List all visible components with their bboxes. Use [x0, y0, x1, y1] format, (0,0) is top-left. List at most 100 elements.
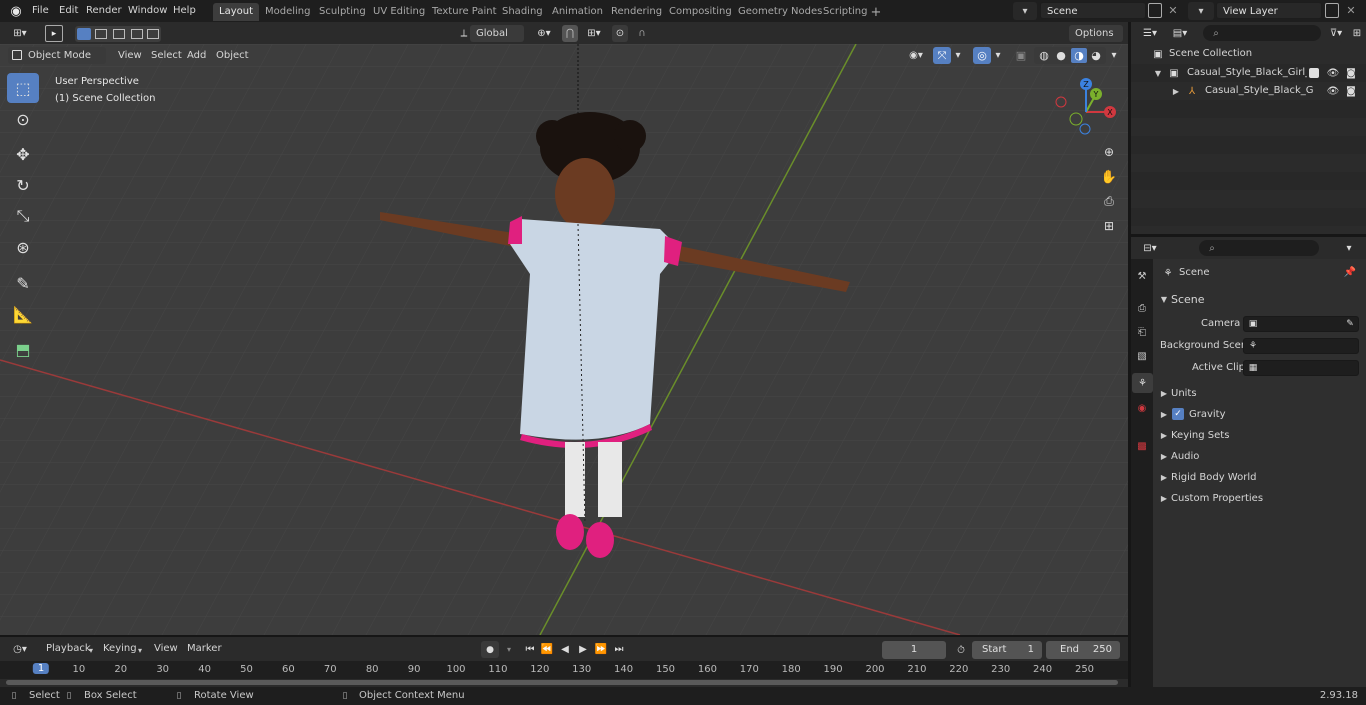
background-scene-field[interactable]: ⚘	[1243, 338, 1359, 354]
workspace-tab-geometry-nodes[interactable]: Geometry Nodes	[732, 3, 828, 21]
panel-audio[interactable]: ▶ Audio	[1155, 446, 1360, 467]
jump-end-icon[interactable]: ⏭	[611, 641, 627, 658]
header-menu-object[interactable]: Object	[210, 47, 255, 64]
panel-gravity[interactable]: ▶ ✓ Gravity	[1155, 404, 1360, 425]
menu-edit[interactable]: Edit	[54, 3, 83, 19]
workspace-tab-rendering[interactable]: Rendering	[605, 3, 668, 21]
blender-logo-icon[interactable]: ◉	[8, 3, 24, 19]
scene-selector-icon[interactable]: ▾	[1013, 2, 1037, 20]
new-collection-icon[interactable]: ⊞	[1350, 25, 1364, 41]
view-layer-tab-icon[interactable]: ▧	[1134, 347, 1150, 365]
expand-arrow-icon[interactable]: ▶	[1171, 84, 1181, 98]
filter-icon[interactable]: ⊽▾	[1321, 25, 1351, 41]
menu-window[interactable]: Window	[123, 3, 172, 19]
panel-rigid-body-world[interactable]: ▶ Rigid Body World	[1155, 467, 1360, 488]
scale-tool-icon[interactable]: ⤡	[7, 201, 39, 231]
proportional-falloff-icon[interactable]: ∩	[630, 25, 654, 42]
rendered-shading-icon[interactable]: ◕	[1088, 48, 1104, 63]
expand-arrow-icon[interactable]: ▼	[1153, 66, 1163, 80]
eyedropper-icon[interactable]: ✎	[1344, 317, 1356, 331]
tool-tab-icon[interactable]: ⚒	[1134, 267, 1150, 285]
end-frame-field[interactable]: End 250	[1046, 641, 1120, 659]
add-workspace-icon[interactable]: +	[868, 4, 884, 20]
snap-target-icon[interactable]: ⊞▾	[582, 25, 606, 42]
properties-options-icon[interactable]: ▾	[1341, 240, 1357, 256]
display-mode-icon[interactable]: ▤▾	[1167, 25, 1193, 41]
start-frame-field[interactable]: Start 1	[972, 641, 1042, 659]
cursor-tool-icon[interactable]: ⊙	[7, 104, 39, 134]
mode-set-icon[interactable]	[77, 28, 91, 40]
panel-units[interactable]: ▶ Units	[1155, 383, 1360, 404]
view-layer-field[interactable]: View Layer	[1216, 2, 1322, 19]
add-cube-tool-icon[interactable]: ⬒	[7, 334, 39, 364]
workspace-tab-texture-paint[interactable]: Texture Paint	[426, 3, 503, 21]
rotate-tool-icon[interactable]: ↻	[7, 170, 39, 200]
annotate-tool-icon[interactable]: ✎	[7, 268, 39, 298]
current-frame-field[interactable]: 1	[882, 641, 946, 659]
gizmo-dropdown-icon[interactable]: ▾	[952, 47, 964, 64]
menu-render[interactable]: Render	[81, 3, 127, 19]
view-layer-selector-icon[interactable]: ▾	[1188, 2, 1214, 20]
panel-keying-sets[interactable]: ▶ Keying Sets	[1155, 425, 1360, 446]
menu-file[interactable]: File	[27, 3, 54, 19]
pan-view-icon[interactable]: ✋	[1099, 167, 1119, 187]
transform-tool-icon[interactable]: ⊛	[7, 232, 39, 262]
new-scene-icon[interactable]	[1148, 3, 1162, 18]
render-camera-icon[interactable]: ◙	[1344, 84, 1358, 98]
outliner-editor-type-icon[interactable]: ☰▾	[1137, 25, 1163, 41]
navigation-gizmo[interactable]: X Y Z	[1052, 76, 1122, 140]
overlay-dropdown-icon[interactable]: ▾	[992, 47, 1004, 64]
mode-subtract-icon[interactable]	[113, 29, 125, 39]
timeline-ruler[interactable]: 1 10 20 30 40 50 60 70 80 90 100 110 120 130 140 150 160…	[0, 661, 1128, 679]
outliner-row-armature[interactable]: ▶ ⅄ Casual_Style_Black_Girl_ 👁 ◙	[1131, 82, 1366, 100]
keying-options-icon[interactable]: ▾	[502, 641, 516, 658]
xray-toggle-icon[interactable]: ▣	[1013, 47, 1029, 64]
material-preview-shading-icon[interactable]: ◑	[1071, 48, 1087, 63]
play-icon[interactable]: ▶	[575, 641, 591, 658]
shading-mode-buttons[interactable]: ◍ ● ◑ ◕	[1034, 47, 1106, 64]
camera-field[interactable]: ▣ ✎	[1243, 316, 1359, 332]
render-tab-icon[interactable]: ⎙	[1134, 299, 1150, 317]
solid-shading-icon[interactable]: ●	[1053, 48, 1069, 63]
next-keyframe-icon[interactable]: ⏩	[593, 641, 609, 658]
workspace-tab-shading[interactable]: Shading	[496, 3, 549, 21]
texture-tab-icon[interactable]: ▩	[1134, 437, 1150, 455]
timeline-menu-view[interactable]: View	[148, 640, 184, 657]
render-camera-icon[interactable]: ◙	[1344, 66, 1358, 80]
delete-view-layer-icon[interactable]: ✕	[1344, 3, 1358, 18]
timeline-menu-marker[interactable]: Marker	[181, 640, 228, 657]
workspace-tab-uv-editing[interactable]: UV Editing	[367, 3, 431, 21]
active-clip-field[interactable]: ▦	[1243, 360, 1359, 376]
outliner-row-scene-collection[interactable]: ▣ Scene Collection	[1131, 44, 1366, 64]
scene-tab-icon[interactable]: ⚘	[1132, 373, 1153, 393]
visibility-eye-icon[interactable]: 👁	[1326, 84, 1340, 98]
mode-difference-icon[interactable]	[131, 29, 143, 39]
workspace-tab-compositing[interactable]: Compositing	[663, 3, 738, 21]
pivot-point-icon[interactable]: ⊕▾	[532, 25, 556, 42]
timeline-editor-type-icon[interactable]: ◷▾	[6, 641, 34, 658]
snap-toggle-icon[interactable]: ⋂	[562, 25, 578, 42]
play-reverse-icon[interactable]: ◀	[557, 641, 573, 658]
prev-keyframe-icon[interactable]: ⏪	[539, 641, 555, 658]
workspace-tab-layout[interactable]: Layout	[213, 3, 259, 21]
select-box-tool-icon[interactable]: ⬚	[7, 73, 39, 103]
editor-type-icon[interactable]: ⊞▾	[6, 25, 34, 42]
new-view-layer-icon[interactable]	[1325, 3, 1339, 18]
show-gizmo-icon[interactable]: ⤧	[933, 47, 951, 64]
panel-custom-properties[interactable]: ▶ Custom Properties	[1155, 488, 1360, 509]
preview-range-icon[interactable]: ⏱	[953, 642, 969, 658]
overlay-toggle-icon[interactable]: ◎	[973, 47, 991, 64]
workspace-tab-modeling[interactable]: Modeling	[259, 3, 317, 21]
properties-editor-type-icon[interactable]: ⊟▾	[1137, 240, 1163, 256]
delete-scene-icon[interactable]: ✕	[1166, 3, 1180, 18]
collection-checkbox[interactable]	[1309, 68, 1319, 78]
proportional-edit-icon[interactable]: ⊙	[612, 25, 628, 42]
visibility-eye-icon[interactable]: 👁	[1326, 66, 1340, 80]
zoom-view-icon[interactable]: ⊕	[1099, 142, 1119, 162]
workspace-tab-scripting[interactable]: Scripting	[817, 3, 873, 21]
mode-intersect-icon[interactable]	[147, 29, 159, 39]
transform-orientation-dropdown[interactable]: Global	[470, 25, 524, 42]
measure-tool-icon[interactable]: 📐	[7, 299, 39, 329]
outliner-row-collection[interactable]: ▼ ▣ Casual_Style_Black_Girl_Chilc 👁 ◙	[1131, 64, 1366, 82]
menu-help[interactable]: Help	[168, 3, 201, 19]
